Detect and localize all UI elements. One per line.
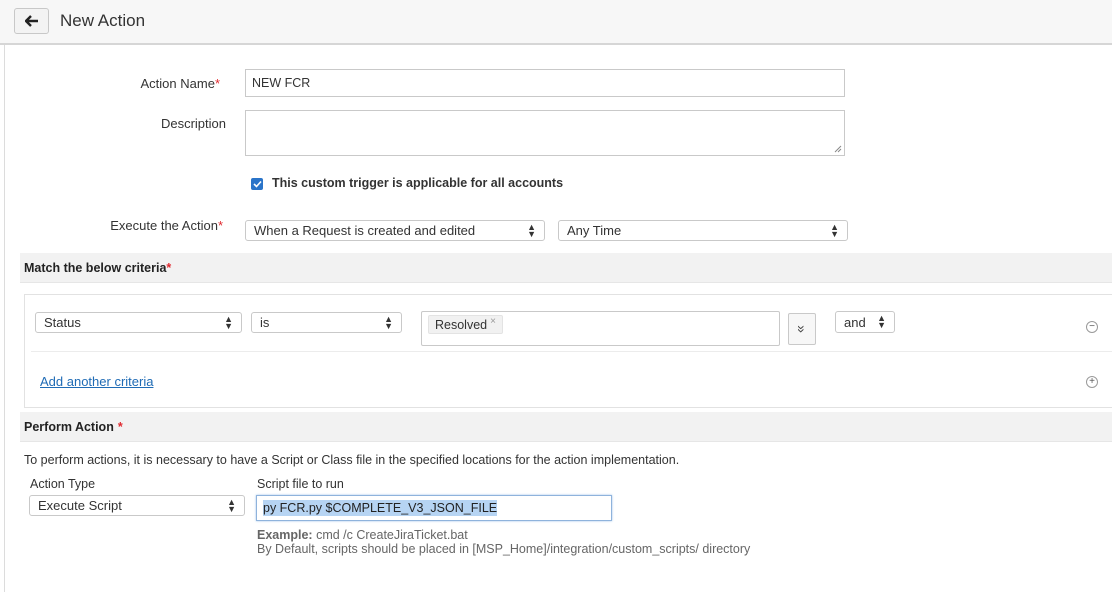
criteria-operator-select[interactable]: is ▲ ▼ xyxy=(251,312,402,333)
execute-event-value: When a Request is created and edited xyxy=(254,223,476,238)
required-mark: * xyxy=(117,419,123,434)
criteria-section-title: Match the below criteria xyxy=(24,260,167,275)
custom-trigger-label: This custom trigger is applicable for al… xyxy=(272,176,564,190)
expand-values-button[interactable]: » xyxy=(788,313,816,345)
page-header: New Action xyxy=(0,0,1112,45)
criteria-field-value: Status xyxy=(44,315,81,330)
execute-label-text: Execute the Action xyxy=(110,218,218,233)
description-label: Description xyxy=(160,116,226,131)
action-type-label: Action Type xyxy=(30,477,96,491)
execute-time-value: Any Time xyxy=(567,223,622,238)
add-criteria-icon[interactable]: + xyxy=(1086,376,1098,388)
execute-label: Execute the Action* xyxy=(3,218,223,233)
action-name-value: NEW FCR xyxy=(252,76,311,90)
criteria-value-chip-label: Resolved xyxy=(435,317,488,332)
execute-event-select[interactable]: When a Request is created and edited ▲ ▼ xyxy=(245,220,545,241)
criteria-field-select[interactable]: Status ▲ ▼ xyxy=(35,312,242,333)
criteria-divider xyxy=(31,351,1112,352)
select-arrows-icon: ▲ ▼ xyxy=(227,496,236,514)
criteria-value-chip: Resolved × xyxy=(428,315,503,334)
perform-section-title: Perform Action xyxy=(24,419,114,434)
check-icon xyxy=(252,180,262,188)
required-mark: * xyxy=(217,218,223,233)
back-button[interactable] xyxy=(14,8,49,34)
criteria-value-multiselect[interactable]: Resolved × xyxy=(421,311,780,346)
action-name-input[interactable]: NEW FCR xyxy=(245,69,845,97)
criteria-section-header: Match the below criteria * xyxy=(20,253,1112,283)
resize-handle-icon[interactable] xyxy=(834,145,842,153)
conjunction-select[interactable]: and ▲ ▼ xyxy=(835,311,895,333)
criteria-operator-value: is xyxy=(260,315,270,330)
add-another-criteria-link[interactable]: Add another criteria xyxy=(40,374,153,389)
execute-time-select[interactable]: Any Time ▲ ▼ xyxy=(558,220,848,241)
example-label: Example: xyxy=(257,528,313,542)
default-location-hint: By Default, scripts should be placed in … xyxy=(257,542,751,556)
double-chevron-down-icon: » xyxy=(793,325,810,333)
select-arrows-icon: ▲ ▼ xyxy=(527,221,536,239)
action-type-select[interactable]: Execute Script ▲ ▼ xyxy=(29,495,245,516)
script-file-value: py FCR.py $COMPLETE_V3_JSON_FILE xyxy=(263,500,498,516)
script-file-label: Script file to run xyxy=(257,477,344,491)
remove-criteria-icon[interactable]: − xyxy=(1086,321,1098,333)
example-hint: Example: cmd /c CreateJiraTicket.bat xyxy=(257,528,468,542)
custom-trigger-checkbox[interactable] xyxy=(251,178,263,190)
required-mark: * xyxy=(166,260,172,275)
page-left-border xyxy=(4,45,5,592)
page-title: New Action xyxy=(60,11,146,30)
perform-section-header: Perform Action * xyxy=(20,412,1112,442)
select-arrows-icon: ▲ ▼ xyxy=(224,313,233,331)
action-name-label-text: Action Name xyxy=(140,76,215,91)
select-arrows-icon: ▲ ▼ xyxy=(384,313,393,331)
example-value: cmd /c CreateJiraTicket.bat xyxy=(312,528,468,542)
action-type-value: Execute Script xyxy=(38,498,122,513)
action-name-label: Action Name* xyxy=(0,76,220,91)
chip-remove-icon[interactable]: × xyxy=(490,316,496,327)
description-textarea[interactable] xyxy=(245,110,845,156)
select-arrows-icon: ▲ ▼ xyxy=(877,313,886,330)
required-mark: * xyxy=(214,76,220,91)
back-arrow-icon xyxy=(24,15,38,27)
perform-info-text: To perform actions, it is necessary to h… xyxy=(24,453,680,467)
select-arrows-icon: ▲ ▼ xyxy=(830,221,839,239)
script-file-input[interactable]: py FCR.py $COMPLETE_V3_JSON_FILE xyxy=(256,495,612,521)
conjunction-value: and xyxy=(844,314,866,330)
criteria-box: Status ▲ ▼ is ▲ ▼ Resolved × » and ▲ ▼ − Ad… xyxy=(24,294,1112,408)
